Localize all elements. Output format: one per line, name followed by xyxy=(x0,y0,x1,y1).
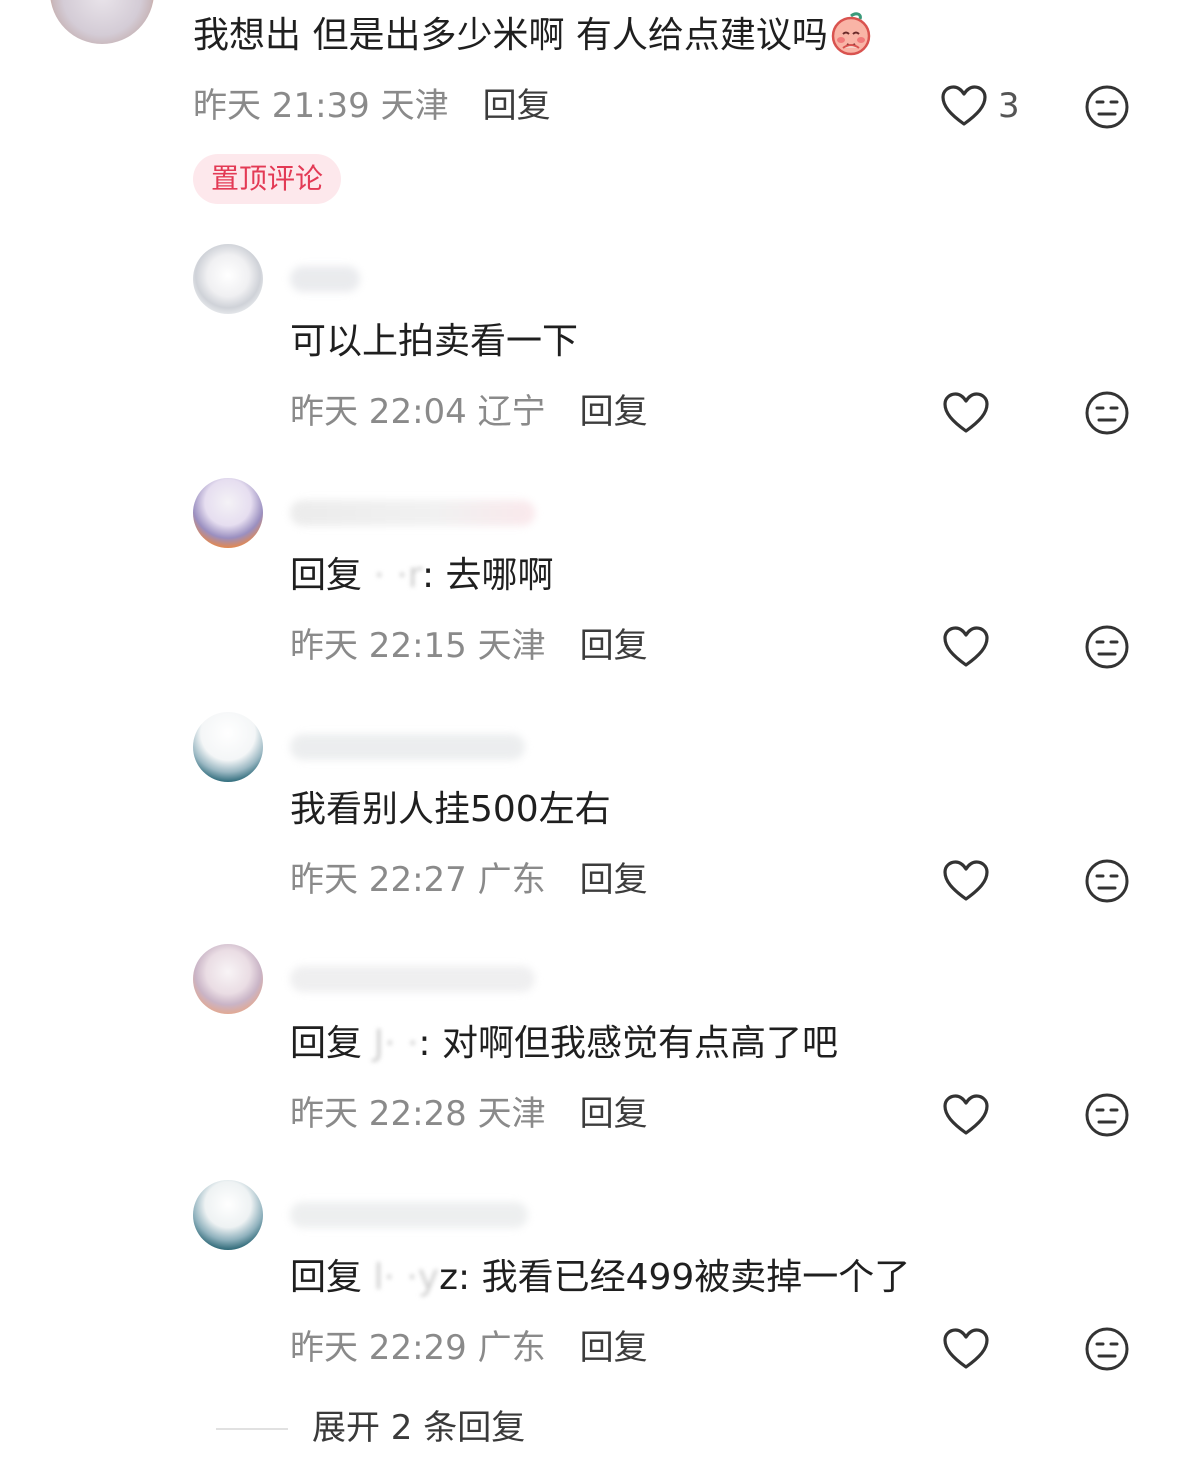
reply-2-reply-button[interactable]: 回复 xyxy=(580,626,648,666)
avatar-reply-2[interactable] xyxy=(193,478,263,548)
main-comment-body: 我想出 但是出多少米啊 有人给点建议吗 xyxy=(193,10,874,62)
main-comment-text: 我想出 但是出多少米啊 有人给点建议吗 xyxy=(193,15,828,56)
reply-2-prefix: 回复 xyxy=(290,555,363,596)
main-comment-like-button[interactable]: 3 xyxy=(940,84,1020,128)
avatar-reply-5[interactable] xyxy=(193,1180,263,1250)
reply-4-text: 回复 J· ·: 对啊但我感觉有点高了吧 xyxy=(290,1018,838,1070)
blurred-username-reply-4[interactable] xyxy=(290,966,535,992)
main-comment-meta: 昨天 21:39 天津 回复 xyxy=(193,84,551,128)
blurred-username-reply-1[interactable] xyxy=(290,266,360,292)
reply-1-reply-button[interactable]: 回复 xyxy=(580,392,648,432)
heart-outline-icon[interactable] xyxy=(942,391,990,435)
heart-outline-icon[interactable] xyxy=(942,625,990,669)
reply-5-prefix: 回复 xyxy=(290,1257,363,1298)
unamused-face-dislike-icon[interactable] xyxy=(1084,390,1130,436)
reply-5-reply-button[interactable]: 回复 xyxy=(580,1328,648,1368)
blurred-username-reply-5[interactable] xyxy=(290,1202,528,1228)
reply-4-reply-button[interactable]: 回复 xyxy=(580,1094,648,1134)
reply-2-time: 昨天 22:15 天津 xyxy=(290,626,546,666)
unamused-face-dislike-icon[interactable] xyxy=(1084,84,1130,130)
reply-4-time: 昨天 22:28 天津 xyxy=(290,1094,546,1134)
reply-5-time: 昨天 22:29 广东 xyxy=(290,1328,546,1368)
reply-5-rest: z: 我看已经499被卖掉一个了 xyxy=(439,1257,911,1298)
reply-5-text: 回复 l· ·yz: 我看已经499被卖掉一个了 xyxy=(290,1252,910,1304)
reply-1-text: 可以上拍卖看一下 xyxy=(290,321,579,362)
reply-4-masked-target[interactable]: J· · xyxy=(373,1023,418,1064)
avatar-main-commenter[interactable] xyxy=(50,0,154,44)
pinned-comment-badge: 置顶评论 xyxy=(193,154,342,204)
expand-divider-line xyxy=(216,1428,288,1430)
reply-3-text: 我看别人挂500左右 xyxy=(290,789,611,830)
unamused-face-dislike-icon[interactable] xyxy=(1084,1092,1130,1138)
reply-3-reply-button[interactable]: 回复 xyxy=(580,860,648,900)
avatar-reply-3[interactable] xyxy=(193,712,263,782)
reply-5-meta: 昨天 22:29 广东 回复 xyxy=(290,1326,648,1370)
heart-outline-icon[interactable] xyxy=(942,1327,990,1371)
reply-4-meta: 昨天 22:28 天津 回复 xyxy=(290,1092,648,1136)
reply-1-meta: 昨天 22:04 辽宁 回复 xyxy=(290,390,648,434)
blurred-username-reply-3[interactable] xyxy=(290,734,525,760)
reply-2-meta: 昨天 22:15 天津 回复 xyxy=(290,624,648,668)
reply-2-text: 回复 · ·r: 去哪啊 xyxy=(290,550,554,602)
heart-outline-icon[interactable] xyxy=(942,1093,990,1137)
main-comment-like-count: 3 xyxy=(998,86,1020,126)
heart-outline-icon xyxy=(941,85,987,126)
reply-3-meta: 昨天 22:27 广东 回复 xyxy=(290,858,648,902)
heart-outline-icon[interactable] xyxy=(942,859,990,903)
main-comment-reply-button[interactable]: 回复 xyxy=(483,86,551,126)
unamused-face-dislike-icon[interactable] xyxy=(1084,624,1130,670)
avatar-reply-1[interactable] xyxy=(193,244,263,314)
blushing-peach-emoji-icon xyxy=(831,12,871,56)
reply-3-time: 昨天 22:27 广东 xyxy=(290,860,546,900)
unamused-face-dislike-icon[interactable] xyxy=(1084,1326,1130,1372)
avatar-reply-4[interactable] xyxy=(193,944,263,1014)
reply-4-prefix: 回复 xyxy=(290,1023,363,1064)
reply-5-masked-target[interactable]: l· ·y xyxy=(373,1257,439,1298)
reply-2-rest: : 去哪啊 xyxy=(421,555,554,596)
reply-4-rest: : 对啊但我感觉有点高了吧 xyxy=(418,1023,838,1064)
reply-1-time: 昨天 22:04 辽宁 xyxy=(290,392,546,432)
main-comment-time: 昨天 21:39 天津 xyxy=(193,86,449,126)
expand-replies-button[interactable]: 展开 2 条回复 xyxy=(312,1406,525,1450)
blurred-username-reply-2[interactable] xyxy=(290,500,535,526)
unamused-face-dislike-icon[interactable] xyxy=(1084,858,1130,904)
reply-2-masked-target[interactable]: · ·r xyxy=(373,555,422,596)
